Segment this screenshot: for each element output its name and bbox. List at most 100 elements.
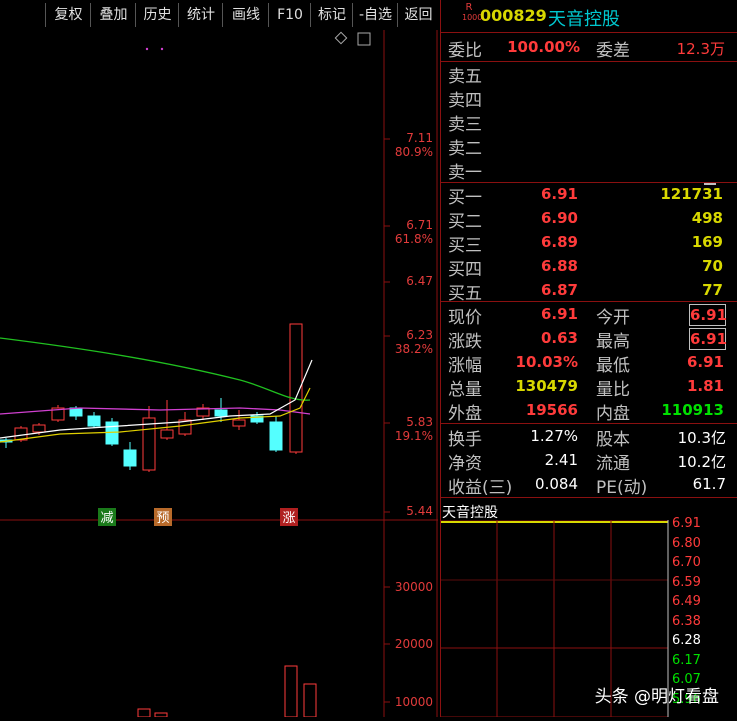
buy-price-3: 6.88 [540, 257, 578, 275]
quote-label-4: 外盘 [448, 404, 482, 424]
buy-label-3: 买四 [448, 260, 482, 280]
buy-label-0: 买一 [448, 188, 482, 208]
mini-axis-label-0: 6.91 [672, 516, 701, 531]
toolbar-btn-8[interactable]: 返回 [397, 3, 439, 27]
mini-axis-label-2: 6.70 [672, 555, 701, 570]
toolbar-btn-2[interactable]: 历史 [135, 3, 179, 27]
vol-label-2: 10000 [395, 695, 433, 709]
buy-price-4: 6.87 [540, 281, 578, 299]
price-label-3: 6.23 [406, 328, 433, 342]
marker-dot [145, 47, 149, 51]
mini-axis-label-6: 6.28 [672, 633, 701, 648]
fin-value2-1: 10.2亿 [677, 453, 726, 471]
quote-label2-0: 今开 [596, 308, 630, 328]
fin-label-0: 换手 [448, 430, 482, 450]
vol-label-1: 20000 [395, 637, 433, 651]
rights-mark: R 1000 [462, 2, 483, 23]
mini-axis-label-4: 6.49 [672, 594, 701, 609]
mini-axis-label-3: 6.59 [672, 574, 701, 590]
fin-label-1: 净资 [448, 454, 482, 474]
ma-white-line [0, 359, 313, 439]
rights-mark-r: R [465, 2, 473, 13]
mini-axis-label-1: 6.80 [672, 535, 701, 551]
event-badge-text-0: 减 [100, 511, 113, 526]
quote-value-4: 19566 [525, 401, 578, 419]
watermark: 头条 @明灯看盘 [594, 687, 719, 707]
ma-green-line [0, 337, 311, 401]
buy-vol-3: 70 [702, 257, 723, 275]
pct-label-1: 61.8% [395, 232, 433, 246]
buy-vol-1: 498 [691, 209, 723, 227]
diamond-icon [334, 31, 348, 45]
volume-bar-3 [303, 683, 317, 718]
fin-label2-0: 股本 [596, 430, 630, 450]
toolbar-btn-5[interactable]: F10 [268, 3, 311, 27]
quote-label-0: 现价 [448, 308, 482, 328]
quote-value-3: 130479 [515, 377, 578, 395]
quote-value2-0: 6.91 [689, 304, 728, 326]
mini-axis-label-7: 6.17 [672, 652, 701, 668]
fin-label2-1: 流通 [596, 454, 630, 474]
quote-value-1: 0.63 [540, 329, 578, 347]
sell-label-2: 卖三 [448, 115, 482, 135]
fin-value2-0: 10.3亿 [677, 429, 726, 447]
quote-panel: R 1000 000829 天音控股 委比 100.00% 委差 12.3万 卖… [440, 0, 737, 717]
candle-2 [32, 424, 46, 433]
volume-bar-2 [284, 665, 298, 718]
candle-7 [123, 449, 137, 467]
candle-12 [214, 409, 228, 417]
buy-label-1: 买二 [448, 212, 482, 232]
stock-name: 天音控股 [548, 9, 620, 30]
window-icon [357, 32, 371, 46]
event-badge-text-1: 预 [156, 511, 169, 526]
kline-chart[interactable]: 7.11 80.9% 6.71 61.8% 6.47 6.23 38.2% 5.83 19.1%… [0, 30, 438, 718]
candle-9 [160, 429, 174, 439]
quote-value-0: 6.91 [540, 305, 578, 323]
toolbar-btn-1[interactable]: 叠加 [90, 3, 136, 27]
price-label-1: 6.71 [406, 218, 433, 232]
quote-value-2: 10.03% [515, 353, 578, 371]
pct-label-4: 19.1% [395, 429, 433, 443]
candle-5 [87, 415, 101, 427]
buy-vol-4: 77 [702, 281, 723, 299]
quote-value2-1: 6.91 [689, 328, 728, 350]
toolbar-btn-7[interactable]: -自选 [352, 3, 398, 27]
rights-mark-sub: 1000 [462, 13, 483, 22]
fin-value-0: 1.27% [530, 427, 578, 445]
buy-price-0: 6.91 [540, 185, 578, 203]
buy-vol-2: 169 [691, 233, 723, 251]
toolbar-btn-4[interactable]: 画线 [222, 3, 269, 27]
candle-8 [142, 417, 156, 471]
candle-13 [232, 419, 246, 427]
toolbar-btn-0[interactable]: 复权 [45, 3, 91, 27]
weibi-label: 委比 [448, 41, 482, 61]
ma-magenta-line [0, 407, 311, 415]
buy-label-2: 买三 [448, 236, 482, 256]
sell-label-0: 卖五 [448, 67, 482, 87]
pct-label-0: 80.9% [395, 145, 433, 159]
weicha-value: 12.3万 [676, 40, 725, 58]
pct-label-3: 38.2% [395, 342, 433, 356]
kline-svg: 7.1180.9% 6.7161.8% 6.47 6.2338.2% 5.8319.1%… [0, 30, 438, 718]
weibi-value: 100.00% [507, 38, 580, 56]
weicha-label: 委差 [596, 41, 630, 61]
price-label-5: 5.44 [406, 504, 433, 518]
toolbar-btn-3[interactable]: 统计 [178, 3, 223, 27]
quote-label2-2: 最低 [596, 356, 630, 376]
chart-toolbar: 复权 叠加 历史 统计 画线 F10 标记 -自选 返回 [0, 0, 438, 30]
quote-label2-4: 内盘 [596, 404, 630, 424]
quote-value2-4: 110913 [661, 401, 724, 419]
quote-label2-3: 量比 [596, 380, 630, 400]
toolbar-btn-6[interactable]: 标记 [310, 3, 353, 27]
buy-price-2: 6.89 [540, 233, 578, 251]
fin-value-1: 2.41 [544, 451, 578, 469]
volume-bar-0 [137, 708, 151, 718]
quote-value2-3: 1.81 [686, 377, 724, 395]
sell-label-1: 卖四 [448, 91, 482, 111]
price-label-2: 6.47 [406, 274, 433, 288]
sell-label-3: 卖二 [448, 139, 482, 159]
quote-label-2: 涨幅 [448, 356, 482, 376]
quote-label-3: 总量 [448, 380, 482, 400]
event-badge-text-2: 涨 [282, 511, 295, 526]
fin-value2-2: 61.7 [692, 475, 726, 493]
